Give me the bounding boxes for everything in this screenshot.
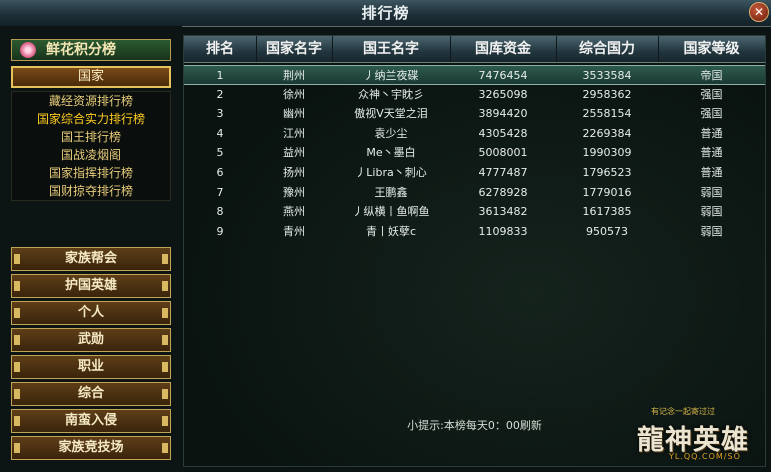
submenu-item-national-strength[interactable]: 国家综合实力排行榜 [12,110,170,128]
cell-strength: 3533584 [582,69,632,82]
cell-level: 强国 [700,107,723,121]
cell-treasury: 5008001 [478,146,528,160]
table-row[interactable]: 4 江州 袁少尘 4305428 2269384 普通 [184,124,765,144]
category-family-arena-button[interactable]: 家族竞技场 [11,436,171,460]
table-row[interactable]: 8 燕州 丿纵横丨鱼啊鱼 3613482 1617385 弱国 [184,202,765,222]
column-header-treasury[interactable]: 国库资金 [450,36,557,62]
cell-level: 帝国 [700,69,723,82]
cell-rank: 8 [216,205,224,219]
cell-level: 普通 [700,126,723,140]
cell-king: 众神丶宇眈彡 [358,87,424,101]
cell-country: 扬州 [283,166,305,179]
cell-level: 普通 [700,166,723,179]
category-hero-button[interactable]: 护国英雄 [11,274,171,298]
country-submenu: 藏经资源排行榜 国家综合实力排行榜 国王排行榜 国战凌烟阁 国家指挥排行榜 国财… [11,91,171,201]
cell-rank: 1 [216,69,224,82]
cell-king: 青丨妖孽c [365,224,417,238]
cell-country: 荆州 [283,69,305,82]
cell-rank: 6 [216,166,224,179]
cell-rank: 4 [216,126,224,140]
sidebar: 鲜花积分榜 国家 藏经资源排行榜 国家综合实力排行榜 国王排行榜 国战凌烟阁 国… [0,26,182,472]
cell-king: 傲视V天堂之泪 [354,107,428,121]
cell-king: 丿纳兰夜碟 [363,69,419,82]
cell-country: 江州 [283,126,305,140]
cell-strength: 1990309 [582,146,632,160]
submenu-item-war-hall[interactable]: 国战凌烟阁 [12,146,170,164]
cell-rank: 2 [216,87,224,101]
cell-king: 袁少尘 [374,126,408,140]
cell-country: 徐州 [283,87,305,101]
game-logo: 有记念一起寄过过 龍神英雄 YL.QQ.COM/SO [631,404,769,470]
ranking-panel: 排名 国家名字 国王名字 国库资金 综合国力 国家等级 1 荆州 丿纳兰夜碟 7476… [183,35,766,467]
cell-rank: 5 [216,146,224,160]
cell-country: 幽州 [283,107,305,121]
cell-level: 弱国 [700,205,723,219]
cell-rank: 3 [216,107,224,121]
table-row[interactable]: 2 徐州 众神丶宇眈彡 3265098 2958362 强国 [184,85,765,105]
cell-king: 王鹏鑫 [374,185,408,199]
close-button[interactable]: ✕ [749,2,769,22]
cell-level: 普通 [700,146,723,160]
cell-country: 豫州 [283,185,305,199]
table-row[interactable]: 7 豫州 王鹏鑫 6278928 1779016 弱国 [184,183,765,203]
category-invasion-button[interactable]: 南蛮入侵 [11,409,171,433]
table-row[interactable]: 5 益州 Me丶墨白 5008001 1990309 普通 [184,143,765,163]
cell-king: Me丶墨白 [366,146,416,160]
cell-treasury: 1109833 [478,224,528,238]
category-profession-button[interactable]: 职业 [11,355,171,379]
cell-treasury: 3613482 [478,205,528,219]
cell-treasury: 7476454 [478,69,528,82]
cell-level: 强国 [700,87,723,101]
flower-icon [20,42,36,58]
cell-strength: 1796523 [582,166,632,179]
cell-rank: 7 [216,185,224,199]
column-header-rank[interactable]: 排名 [184,36,257,62]
cell-strength: 1779016 [582,185,632,199]
cell-treasury: 3265098 [478,87,528,101]
cell-strength: 2269384 [582,126,632,140]
cell-king: 丿Libra丶刺心 [355,166,427,179]
cell-strength: 1617385 [582,205,632,219]
cell-country: 燕州 [283,205,305,219]
cell-treasury: 3894420 [478,107,528,121]
column-header-king[interactable]: 国王名字 [332,36,451,62]
country-tab-label: 国家 [77,69,104,84]
table-row[interactable]: 1 荆州 丿纳兰夜碟 7476454 3533584 帝国 [184,65,765,85]
cell-country: 青州 [283,224,305,238]
submenu-item-scripture-resources[interactable]: 藏经资源排行榜 [12,92,170,110]
table-header: 排名 国家名字 国王名字 国库资金 综合国力 国家等级 [184,36,765,63]
window-title: 排行榜 [361,4,410,22]
category-overall-button[interactable]: 综合 [11,382,171,406]
cell-rank: 9 [216,224,224,238]
cell-strength: 2558154 [582,107,632,121]
column-header-country[interactable]: 国家名字 [256,36,333,62]
cell-strength: 950573 [586,224,628,238]
logo-slogan: 有记念一起寄过过 [651,407,715,416]
cell-treasury: 4305428 [478,126,528,140]
table-row[interactable]: 6 扬州 丿Libra丶刺心 4777487 1796523 普通 [184,163,765,183]
submenu-item-plunder-ranking[interactable]: 国财掠夺排行榜 [12,182,170,200]
cell-level: 弱国 [700,185,723,199]
cell-king: 丿纵横丨鱼啊鱼 [352,205,430,219]
cell-treasury: 6278928 [478,185,528,199]
country-tab-button[interactable]: 国家 [11,66,171,88]
category-personal-button[interactable]: 个人 [11,301,171,325]
category-merit-button[interactable]: 武勋 [11,328,171,352]
cell-level: 弱国 [700,224,723,238]
flower-ranking-label: 鲜花积分榜 [46,42,116,58]
column-header-strength[interactable]: 综合国力 [556,36,659,62]
table-row[interactable]: 9 青州 青丨妖孽c 1109833 950573 弱国 [184,222,765,242]
cell-strength: 2958362 [582,87,632,101]
column-header-level[interactable]: 国家等级 [658,36,765,62]
submenu-item-king-ranking[interactable]: 国王排行榜 [12,128,170,146]
submenu-item-command-ranking[interactable]: 国家指挥排行榜 [12,164,170,182]
close-icon: ✕ [753,5,765,19]
table-row[interactable]: 3 幽州 傲视V天堂之泪 3894420 2558154 强国 [184,104,765,124]
category-family-guild-button[interactable]: 家族帮会 [11,247,171,271]
cell-country: 益州 [283,146,305,160]
window-titlebar: 排行榜 ✕ [0,0,771,27]
logo-url: YL.QQ.COM/SO [669,452,741,461]
flower-ranking-button[interactable]: 鲜花积分榜 [11,39,171,61]
cell-treasury: 4777487 [478,166,528,179]
